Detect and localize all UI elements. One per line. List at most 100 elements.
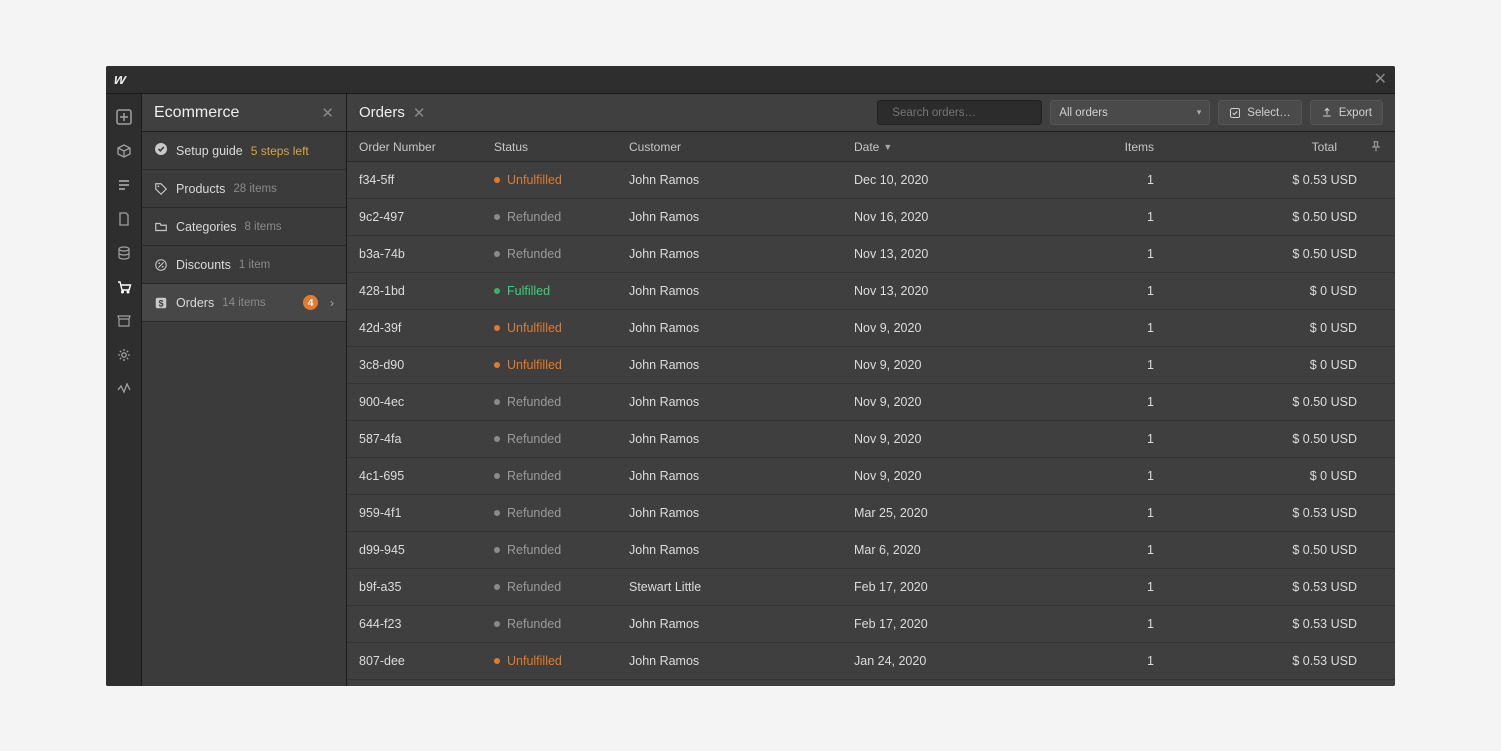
export-button[interactable]: Export [1310, 100, 1383, 125]
status-text: Unfulfilled [507, 173, 562, 187]
col-header-date[interactable]: Date ▼ [854, 140, 1054, 154]
cell-customer: John Ramos [629, 617, 854, 631]
sidebar-item-categories[interactable]: Categories8 items [142, 208, 346, 246]
rail-page-icon[interactable] [112, 207, 136, 231]
cell-customer: John Ramos [629, 173, 854, 187]
cell-status: Unfulfilled [494, 358, 629, 372]
cell-status: Refunded [494, 469, 629, 483]
table-row[interactable]: 9c2-497RefundedJohn RamosNov 16, 20201$ … [347, 199, 1395, 236]
cell-status: Unfulfilled [494, 654, 629, 668]
rail-activity-icon[interactable] [112, 377, 136, 401]
cell-items: 1 [1054, 506, 1154, 520]
table-row[interactable]: b3a-74bRefundedJohn RamosNov 13, 20201$ … [347, 236, 1395, 273]
rail-store-icon[interactable] [112, 309, 136, 333]
cell-date: Nov 9, 2020 [854, 321, 1054, 335]
table-row[interactable]: 428-1bdFulfilledJohn RamosNov 13, 20201$… [347, 273, 1395, 310]
sidebar-item-products[interactable]: Products28 items [142, 170, 346, 208]
cell-items: 1 [1054, 358, 1154, 372]
orders-title: Orders [359, 104, 405, 121]
cell-customer: John Ramos [629, 358, 854, 372]
sidebar-item-label: Discounts [176, 258, 231, 272]
table-row[interactable]: 807-deeUnfulfilledJohn RamosJan 24, 2020… [347, 643, 1395, 680]
sidebar-title: Ecommerce [154, 104, 321, 122]
col-header-status[interactable]: Status [494, 140, 629, 154]
rail-gear-icon[interactable] [112, 343, 136, 367]
sidebar-item-meta: 1 item [239, 259, 270, 271]
cell-total: $ 0.50 USD [1154, 247, 1383, 261]
sidebar-header: Ecommerce ✕ [142, 94, 346, 132]
cell-date: Nov 16, 2020 [854, 210, 1054, 224]
cell-order: 9c2-497 [359, 210, 494, 224]
cell-total: $ 0.53 USD [1154, 173, 1383, 187]
folder-icon [154, 220, 168, 234]
sidebar-setup-guide[interactable]: Setup guide 5 steps left [142, 132, 346, 170]
status-dot-icon [494, 214, 500, 220]
table-row[interactable]: 959-4f1RefundedJohn RamosMar 25, 20201$ … [347, 495, 1395, 532]
table-row[interactable]: 587-4faRefundedJohn RamosNov 9, 20201$ 0… [347, 421, 1395, 458]
table-row[interactable]: 3c8-d90UnfulfilledJohn RamosNov 9, 20201… [347, 347, 1395, 384]
col-header-total[interactable]: Total [1154, 140, 1363, 154]
status-dot-icon [494, 547, 500, 553]
cell-status: Refunded [494, 247, 629, 261]
cell-total: $ 0.53 USD [1154, 580, 1383, 594]
table-row[interactable]: 4c1-695RefundedJohn RamosNov 9, 20201$ 0… [347, 458, 1395, 495]
sort-desc-icon: ▼ [883, 142, 892, 152]
status-text: Refunded [507, 617, 561, 631]
close-icon[interactable]: ✕ [1374, 72, 1387, 88]
setup-guide-label: Setup guide [176, 144, 243, 158]
select-rows-button[interactable]: Select… [1218, 100, 1301, 125]
cell-date: Mar 25, 2020 [854, 506, 1054, 520]
col-header-items[interactable]: Items [1054, 140, 1154, 154]
col-header-customer[interactable]: Customer [629, 140, 854, 154]
cell-items: 1 [1054, 432, 1154, 446]
cell-date: Feb 17, 2020 [854, 617, 1054, 631]
sidebar-item-discounts[interactable]: Discounts 1 item [142, 246, 346, 284]
status-text: Refunded [507, 247, 561, 261]
rail-box-icon[interactable] [112, 139, 136, 163]
sidebar-item-label: Orders [176, 296, 214, 310]
table-row[interactable]: 644-f23RefundedJohn RamosFeb 17, 20201$ … [347, 606, 1395, 643]
col-header-order[interactable]: Order Number [359, 140, 494, 154]
table-row[interactable]: 42d-39fUnfulfilledJohn RamosNov 9, 20201… [347, 310, 1395, 347]
cell-date: Nov 9, 2020 [854, 432, 1054, 446]
status-text: Refunded [507, 580, 561, 594]
cell-date: Nov 9, 2020 [854, 469, 1054, 483]
sidebar-items: Products28 itemsCategories8 itemsDiscoun… [142, 170, 346, 322]
dollar-icon: $ [154, 296, 168, 310]
orders-filter-select[interactable]: All orders ▾ [1050, 100, 1210, 125]
pin-icon[interactable] [1369, 140, 1383, 154]
checkbox-icon [1229, 107, 1241, 119]
rail-add-icon[interactable] [112, 105, 136, 129]
cell-total: $ 0 USD [1154, 469, 1383, 483]
status-text: Refunded [507, 543, 561, 557]
cell-items: 1 [1054, 321, 1154, 335]
cell-customer: John Ramos [629, 543, 854, 557]
sidebar-close-icon[interactable]: ✕ [321, 104, 334, 122]
table-row[interactable]: b9f-a35RefundedStewart LittleFeb 17, 202… [347, 569, 1395, 606]
cell-status: Fulfilled [494, 284, 629, 298]
table-row[interactable]: d99-945RefundedJohn RamosMar 6, 20201$ 0… [347, 532, 1395, 569]
rail-database-icon[interactable] [112, 241, 136, 265]
main-body: Ecommerce ✕ Setup guide 5 steps left Pro… [106, 94, 1395, 686]
webflow-logo-icon: w [113, 71, 126, 88]
table-row[interactable]: f34-5ffUnfulfilledJohn RamosDec 10, 2020… [347, 162, 1395, 199]
cell-date: Feb 17, 2020 [854, 580, 1054, 594]
cell-order: 3c8-d90 [359, 358, 494, 372]
table-row[interactable]: 900-4ecRefundedJohn RamosNov 9, 20201$ 0… [347, 384, 1395, 421]
orders-close-icon[interactable]: ✕ [413, 104, 426, 122]
search-field[interactable] [892, 107, 1046, 119]
cell-status: Refunded [494, 432, 629, 446]
cell-customer: Stewart Little [629, 580, 854, 594]
cell-order: 900-4ec [359, 395, 494, 409]
rail-list-icon[interactable] [112, 173, 136, 197]
orders-search-input[interactable] [877, 100, 1042, 125]
orders-header: Orders ✕ All orders ▾ Select… Export [347, 94, 1395, 132]
sidebar-item-orders[interactable]: $Orders14 items4› [142, 284, 346, 322]
cell-status: Refunded [494, 210, 629, 224]
cell-date: Nov 9, 2020 [854, 395, 1054, 409]
select-caret-icon: ▾ [1197, 107, 1202, 118]
cell-customer: John Ramos [629, 432, 854, 446]
cell-items: 1 [1054, 284, 1154, 298]
rail-cart-icon[interactable] [112, 275, 136, 299]
cell-total: $ 0.50 USD [1154, 210, 1383, 224]
